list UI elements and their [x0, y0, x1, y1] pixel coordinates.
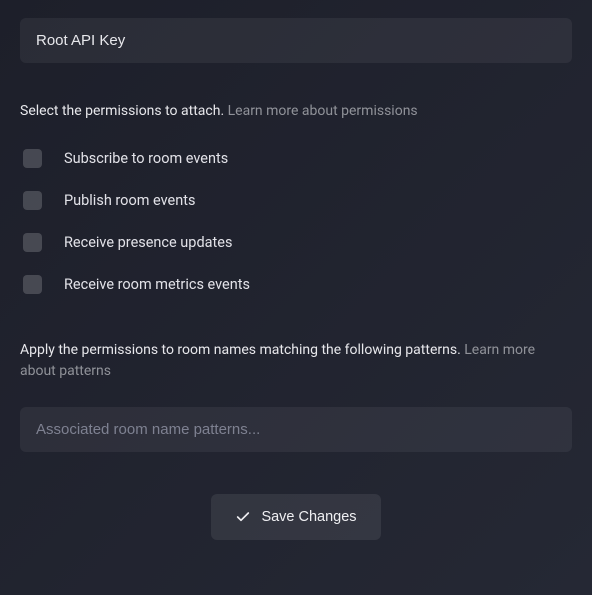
permissions-learn-more-link[interactable]: Learn more about permissions [228, 103, 418, 119]
permissions-helper-text: Select the permissions to attach. [20, 103, 228, 119]
checkbox-label: Receive room metrics events [64, 276, 250, 293]
permission-row: Publish room events [23, 191, 572, 210]
permissions-helper: Select the permissions to attach. Learn … [20, 101, 572, 121]
patterns-helper-text: Apply the permissions to room names matc… [20, 342, 464, 358]
permission-row: Receive presence updates [23, 233, 572, 252]
save-changes-button[interactable]: Save Changes [211, 494, 380, 540]
checkbox-publish-room-events[interactable] [23, 191, 42, 210]
save-button-label: Save Changes [261, 509, 356, 525]
checkbox-subscribe-room-events[interactable] [23, 149, 42, 168]
room-patterns-input[interactable] [20, 407, 572, 452]
checkbox-receive-presence-updates[interactable] [23, 233, 42, 252]
api-key-name-input[interactable] [20, 18, 572, 63]
permission-row: Subscribe to room events [23, 149, 572, 168]
checkbox-label: Subscribe to room events [64, 150, 228, 167]
checkbox-receive-room-metrics[interactable] [23, 275, 42, 294]
permission-row: Receive room metrics events [23, 275, 572, 294]
checkbox-label: Receive presence updates [64, 234, 232, 251]
checkbox-label: Publish room events [64, 192, 195, 209]
permissions-checkbox-group: Subscribe to room events Publish room ev… [20, 149, 572, 294]
check-icon [235, 509, 251, 525]
patterns-helper: Apply the permissions to room names matc… [20, 340, 572, 381]
